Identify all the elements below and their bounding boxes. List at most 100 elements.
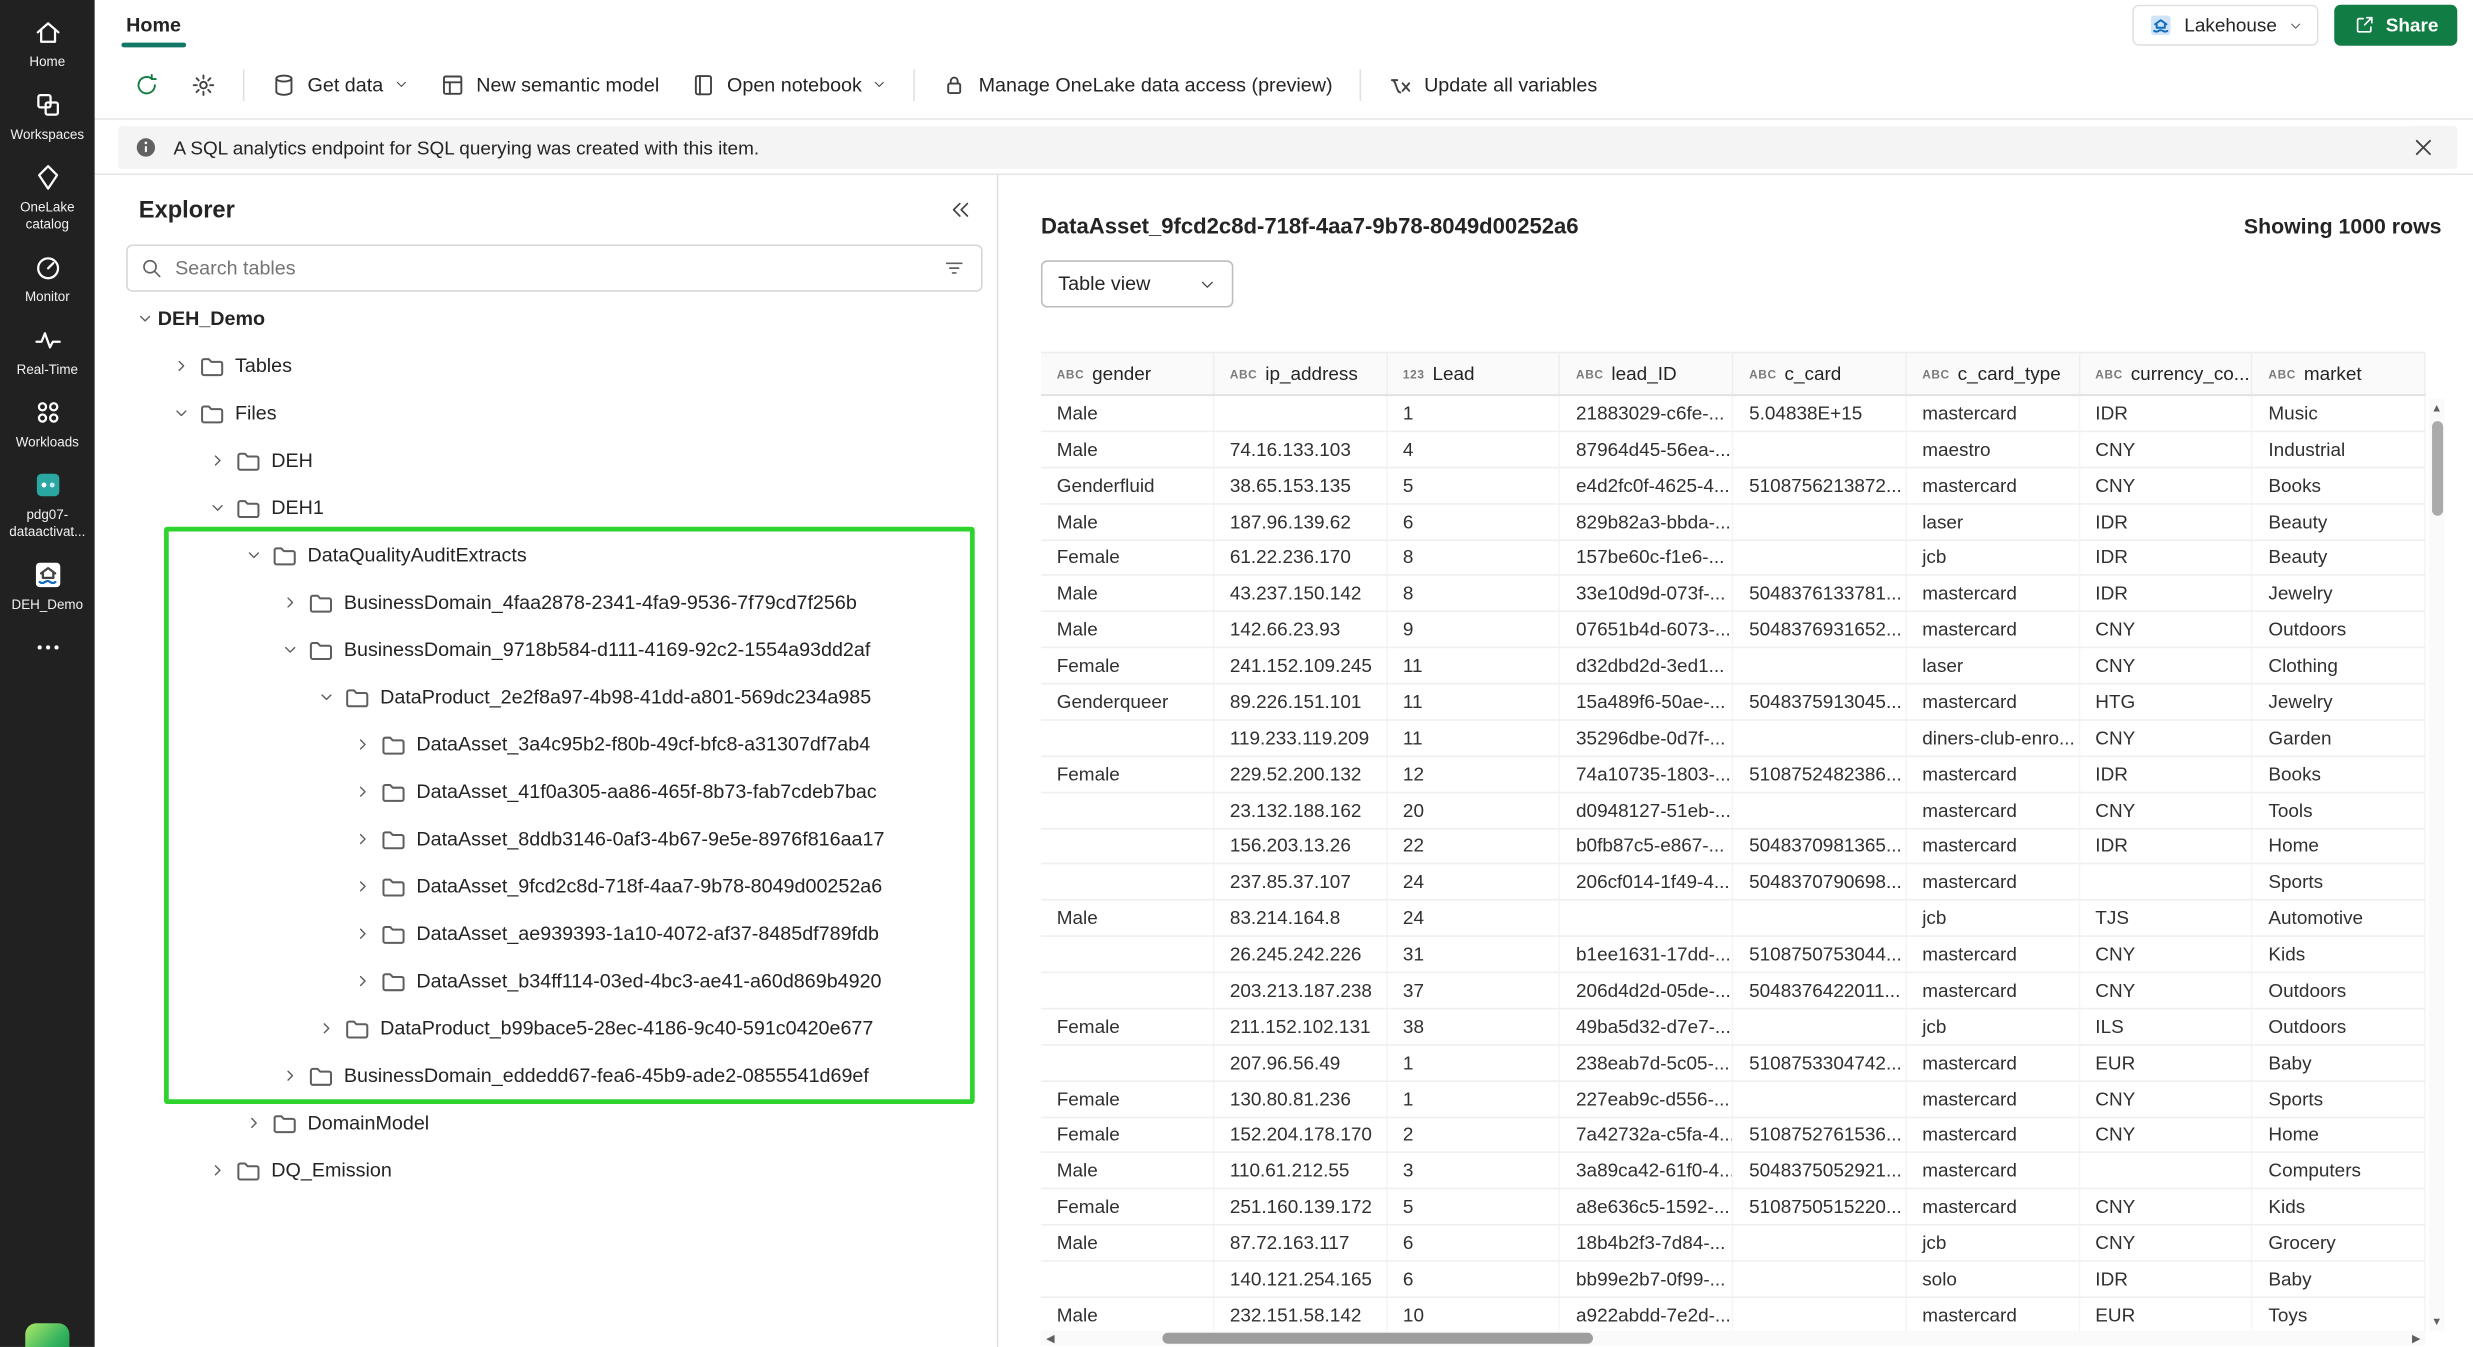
- table-cell[interactable]: 6: [1387, 504, 1560, 539]
- table-cell[interactable]: diners-club-enro...: [1906, 721, 2079, 756]
- tree-expander[interactable]: [205, 1162, 230, 1178]
- table-cell[interactable]: [1214, 396, 1387, 431]
- table-cell[interactable]: CNY: [2080, 612, 2253, 647]
- table-cell[interactable]: 1: [1387, 396, 1560, 431]
- table-cell[interactable]: 156.203.13.26: [1214, 829, 1387, 864]
- table-cell[interactable]: [2080, 865, 2253, 900]
- table-cell[interactable]: 157be60c-f1e6-...: [1560, 540, 1733, 575]
- table-cell[interactable]: 43.237.150.142: [1214, 576, 1387, 611]
- tree-item-dataproduct-b99bace5-28ec-4186-9c40-591c0420e677[interactable]: DataProduct_b99bace5-28ec-4186-9c40-591c…: [95, 1005, 997, 1052]
- table-cell[interactable]: Music: [2253, 396, 2426, 431]
- table-cell[interactable]: mastercard: [1906, 865, 2079, 900]
- table-cell[interactable]: 227eab9c-d556-...: [1560, 1081, 1733, 1116]
- table-cell[interactable]: Female: [1041, 540, 1214, 575]
- table-cell[interactable]: Male: [1041, 432, 1214, 467]
- scroll-left-arrow[interactable]: ◀: [1041, 1331, 1060, 1345]
- table-cell[interactable]: mastercard: [1906, 973, 2079, 1008]
- tree-expander[interactable]: [241, 1115, 266, 1131]
- table-cell[interactable]: Male: [1041, 504, 1214, 539]
- table-cell[interactable]: mastercard: [1906, 1045, 2079, 1080]
- table-cell[interactable]: Genderqueer: [1041, 685, 1214, 720]
- table-cell[interactable]: 5048376133781...: [1733, 576, 1906, 611]
- tree-item-businessdomain-9718b584-d111-4169-92c2-1554a93dd2af[interactable]: BusinessDomain_9718b584-d111-4169-92c2-1…: [95, 626, 997, 673]
- table-cell[interactable]: jcb: [1906, 1226, 2079, 1261]
- table-cell[interactable]: 142.66.23.93: [1214, 612, 1387, 647]
- horizontal-scroll-thumb[interactable]: [1162, 1333, 1593, 1344]
- table-cell[interactable]: 07651b4d-6073-...: [1560, 612, 1733, 647]
- table-cell[interactable]: 229.52.200.132: [1214, 757, 1387, 792]
- table-cell[interactable]: [1733, 540, 1906, 575]
- table-cell[interactable]: maestro: [1906, 432, 2079, 467]
- table-cell[interactable]: Tools: [2253, 793, 2426, 828]
- manage-onelake-data-access-button[interactable]: Manage OneLake data access (preview): [928, 59, 1347, 109]
- table-cell[interactable]: 203.213.187.238: [1214, 973, 1387, 1008]
- table-cell[interactable]: 110.61.212.55: [1214, 1154, 1387, 1189]
- table-cell[interactable]: Outdoors: [2253, 1009, 2426, 1044]
- tree-expander[interactable]: [132, 311, 157, 327]
- tree-item-tables[interactable]: Tables: [95, 342, 997, 389]
- tree-item-dataproduct-2e2f8a97-4b98-41dd-a801-569dc234a985[interactable]: DataProduct_2e2f8a97-4b98-41dd-a801-569d…: [95, 673, 997, 720]
- table-cell[interactable]: 5108753304742...: [1733, 1045, 1906, 1080]
- table-cell[interactable]: 5048375052921...: [1733, 1154, 1906, 1189]
- get-data-button[interactable]: Get data: [257, 59, 423, 109]
- table-cell[interactable]: 33e10d9d-073f-...: [1560, 576, 1733, 611]
- table-cell[interactable]: 5048370981365...: [1733, 829, 1906, 864]
- table-cell[interactable]: HTG: [2080, 685, 2253, 720]
- table-cell[interactable]: mastercard: [1906, 685, 2079, 720]
- table-cell[interactable]: TJS: [2080, 901, 2253, 936]
- tree-item-deh1[interactable]: DEH1: [95, 484, 997, 531]
- table-cell[interactable]: Home: [2253, 829, 2426, 864]
- table-cell[interactable]: [1733, 432, 1906, 467]
- table-cell[interactable]: 83.214.164.8: [1214, 901, 1387, 936]
- table-cell[interactable]: jcb: [1906, 1009, 2079, 1044]
- table-cell[interactable]: Male: [1041, 901, 1214, 936]
- table-cell[interactable]: Automotive: [2253, 901, 2426, 936]
- table-cell[interactable]: 5108750515220...: [1733, 1190, 1906, 1225]
- table-cell[interactable]: Outdoors: [2253, 612, 2426, 647]
- column-header-c-card-type[interactable]: ABCc_card_type: [1906, 353, 2079, 394]
- table-cell[interactable]: CNY: [2080, 648, 2253, 683]
- table-cell[interactable]: 251.160.139.172: [1214, 1190, 1387, 1225]
- table-cell[interactable]: 152.204.178.170: [1214, 1117, 1387, 1152]
- table-cell[interactable]: mastercard: [1906, 1298, 2079, 1333]
- table-cell[interactable]: 3: [1387, 1154, 1560, 1189]
- table-cell[interactable]: 12: [1387, 757, 1560, 792]
- table-cell[interactable]: [1733, 901, 1906, 936]
- tree-item-businessdomain-4faa2878-2341-4fa9-9536-7f79cd7f256b[interactable]: BusinessDomain_4faa2878-2341-4fa9-9536-7…: [95, 579, 997, 626]
- table-cell[interactable]: Sports: [2253, 865, 2426, 900]
- table-cell[interactable]: IDR: [2080, 396, 2253, 431]
- tree-item-dq-emission[interactable]: DQ_Emission: [95, 1147, 997, 1194]
- table-cell[interactable]: CNY: [2080, 468, 2253, 503]
- table-cell[interactable]: Male: [1041, 396, 1214, 431]
- rail-item-real-time[interactable]: Real-Time: [0, 325, 95, 377]
- table-cell[interactable]: ILS: [2080, 1009, 2253, 1044]
- table-cell[interactable]: 3a89ca42-61f0-4...: [1560, 1154, 1733, 1189]
- table-cell[interactable]: 232.151.58.142: [1214, 1298, 1387, 1333]
- table-cell[interactable]: 23.132.188.162: [1214, 793, 1387, 828]
- table-cell[interactable]: IDR: [2080, 576, 2253, 611]
- table-cell[interactable]: [1733, 721, 1906, 756]
- tree-expander[interactable]: [350, 737, 375, 753]
- table-cell[interactable]: Home: [2253, 1117, 2426, 1152]
- table-cell[interactable]: [1041, 721, 1214, 756]
- table-cell[interactable]: 87964d45-56ea-...: [1560, 432, 1733, 467]
- table-cell[interactable]: [1041, 973, 1214, 1008]
- table-cell[interactable]: mastercard: [1906, 468, 2079, 503]
- table-cell[interactable]: 74a10735-1803-...: [1560, 757, 1733, 792]
- tree-item-deh-demo[interactable]: DEH_Demo: [95, 295, 997, 342]
- table-cell[interactable]: [1733, 504, 1906, 539]
- tree-item-dataasset-8ddb3146-0af3-4b67-9e5e-8976f816aa17[interactable]: DataAsset_8ddb3146-0af3-4b67-9e5e-8976f8…: [95, 815, 997, 862]
- rail-item-deh-demo[interactable]: DEH_Demo: [0, 559, 95, 611]
- table-cell[interactable]: 5108756213872...: [1733, 468, 1906, 503]
- column-header-c-card[interactable]: ABCc_card: [1733, 353, 1906, 394]
- table-cell[interactable]: 6: [1387, 1226, 1560, 1261]
- table-cell[interactable]: Grocery: [2253, 1226, 2426, 1261]
- table-cell[interactable]: Sports: [2253, 1081, 2426, 1116]
- table-cell[interactable]: [1733, 1009, 1906, 1044]
- tree-expander[interactable]: [350, 926, 375, 942]
- table-cell[interactable]: Kids: [2253, 937, 2426, 972]
- tree-item-domainmodel[interactable]: DomainModel: [95, 1099, 997, 1146]
- table-cell[interactable]: Clothing: [2253, 648, 2426, 683]
- table-cell[interactable]: 4: [1387, 432, 1560, 467]
- table-cell[interactable]: 1: [1387, 1081, 1560, 1116]
